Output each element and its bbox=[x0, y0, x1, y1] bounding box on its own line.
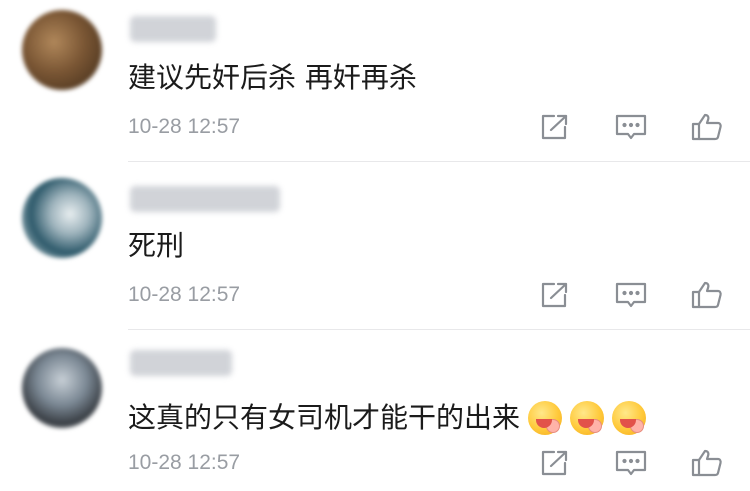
comment-item: 死刑 10-28 12:57 bbox=[0, 162, 750, 330]
username-blurred[interactable] bbox=[130, 186, 280, 212]
comment-timestamp: 10-28 12:57 bbox=[128, 283, 241, 306]
share-icon[interactable] bbox=[538, 112, 572, 142]
avatar[interactable] bbox=[22, 178, 102, 258]
comment-actions bbox=[538, 280, 728, 310]
comment-reply-icon[interactable] bbox=[614, 448, 648, 478]
thumbs-up-icon[interactable] bbox=[690, 448, 724, 478]
yummy-face-emoji-icon bbox=[570, 401, 605, 435]
comment-reply-icon[interactable] bbox=[614, 280, 648, 310]
comment-reply-icon[interactable] bbox=[614, 112, 648, 142]
comment-text: 死刑 bbox=[128, 229, 185, 262]
comment-timestamp: 10-28 12:57 bbox=[128, 115, 241, 138]
thumbs-up-icon[interactable] bbox=[690, 112, 724, 142]
comment-item: 这真的只有女司机才能干的出来 10-28 12:57 bbox=[0, 330, 750, 491]
share-icon[interactable] bbox=[538, 280, 572, 310]
comment-actions bbox=[538, 112, 728, 142]
avatar[interactable] bbox=[22, 10, 102, 90]
share-icon[interactable] bbox=[538, 448, 572, 478]
username-blurred[interactable] bbox=[130, 350, 232, 376]
comment-timestamp: 10-28 12:57 bbox=[128, 451, 241, 474]
comment-text-row: 这真的只有女司机才能干的出来 bbox=[128, 400, 647, 436]
avatar[interactable] bbox=[22, 348, 102, 428]
comment-text: 建议先奸后杀 再奸再杀 bbox=[128, 61, 417, 94]
yummy-face-emoji-icon bbox=[612, 401, 647, 435]
comment-actions bbox=[538, 448, 728, 478]
comment-item: 建议先奸后杀 再奸再杀 10-28 12:57 bbox=[0, 0, 750, 162]
username-blurred[interactable] bbox=[130, 16, 216, 42]
comment-text: 这真的只有女司机才能干的出来 bbox=[128, 401, 521, 434]
thumbs-up-icon[interactable] bbox=[690, 280, 724, 310]
yummy-face-emoji-icon bbox=[528, 401, 563, 435]
